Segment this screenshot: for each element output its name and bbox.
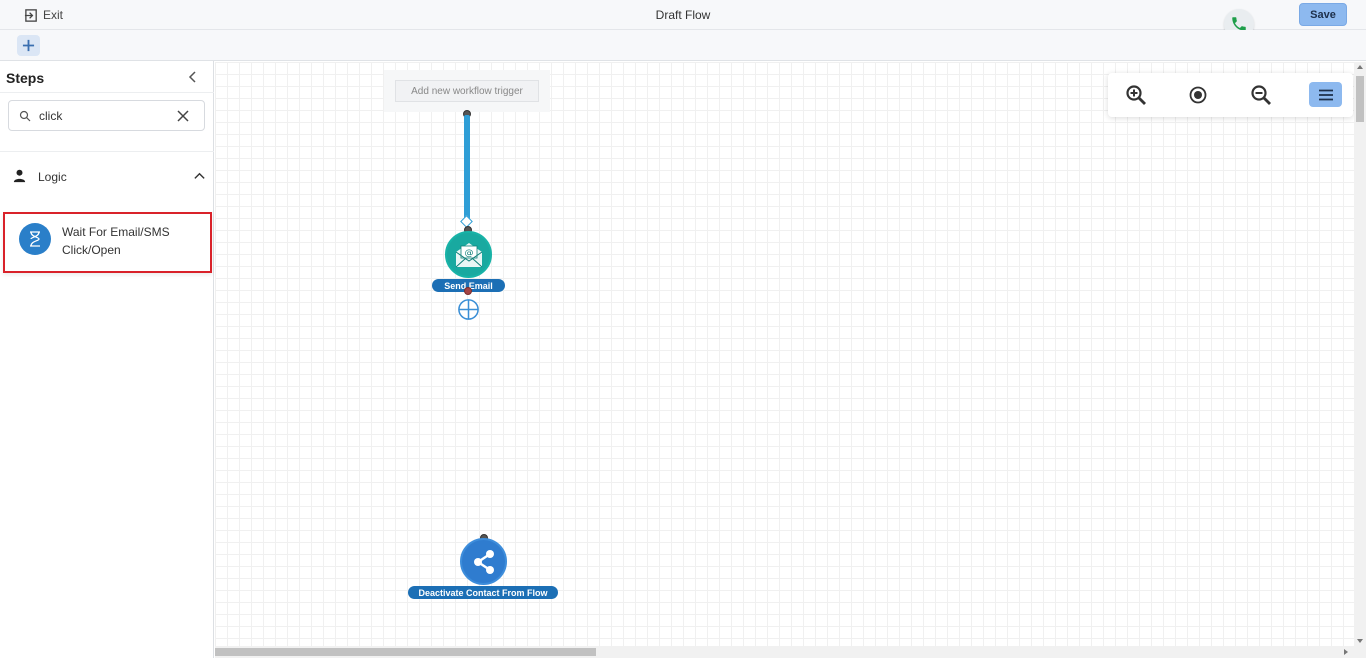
vertical-scrollbar[interactable] <box>1354 62 1366 646</box>
svg-text:@: @ <box>464 248 473 258</box>
step-label: Wait For Email/SMS Click/Open <box>62 225 170 257</box>
hamburger-menu-icon <box>1318 89 1333 100</box>
search-icon <box>19 110 31 121</box>
horizontal-scroll-thumb[interactable] <box>215 648 596 656</box>
connector-line <box>464 115 470 223</box>
zoom-toolbar <box>1108 73 1353 117</box>
zoom-in-button[interactable] <box>1124 83 1148 107</box>
zoom-out-button[interactable] <box>1249 83 1273 107</box>
chevron-up-icon[interactable] <box>193 170 206 183</box>
steps-header: Steps <box>0 61 214 93</box>
add-step-icon[interactable] <box>457 298 480 321</box>
scroll-up-icon[interactable] <box>1357 65 1363 69</box>
step-item-wait-for-click[interactable]: Wait For Email/SMS Click/Open <box>3 212 212 273</box>
top-bar: Exit Draft Flow Save <box>0 0 1366 39</box>
vertical-scroll-thumb[interactable] <box>1356 76 1364 122</box>
toolbar <box>0 30 1366 61</box>
menu-button[interactable] <box>1309 82 1342 107</box>
share-icon <box>473 549 494 574</box>
add-trigger-button[interactable]: Add new workflow trigger <box>395 80 539 102</box>
workflow-canvas[interactable]: Add new workflow trigger @ Send Email De… <box>215 62 1354 646</box>
horizontal-scrollbar[interactable] <box>215 646 1366 658</box>
hourglass-icon <box>19 223 51 255</box>
zoom-reset-button[interactable] <box>1186 83 1210 107</box>
email-icon: @ <box>455 242 482 267</box>
close-icon[interactable] <box>176 109 190 123</box>
scroll-down-icon[interactable] <box>1357 639 1363 643</box>
zoom-out-icon <box>1251 85 1271 105</box>
target-icon <box>1189 86 1207 104</box>
deactivate-contact-node[interactable] <box>460 538 507 585</box>
deactivate-contact-label[interactable]: Deactivate Contact From Flow <box>408 586 558 599</box>
search-input[interactable] <box>39 108 169 123</box>
group-header-logic[interactable]: Logic <box>0 163 214 187</box>
save-button[interactable]: Save <box>1299 3 1347 26</box>
steps-title: Steps <box>6 70 45 86</box>
group-label: Logic <box>38 170 67 184</box>
zoom-in-icon <box>1126 85 1146 105</box>
steps-sidebar: Steps Logic Wait For Email/SMS <box>0 61 214 658</box>
page-title: Draft Flow <box>655 8 711 22</box>
divider <box>0 151 214 152</box>
scroll-right-icon[interactable] <box>1344 649 1348 655</box>
send-email-output-point[interactable] <box>464 287 472 295</box>
search-box <box>8 100 205 131</box>
send-email-node[interactable]: @ <box>445 231 492 278</box>
person-icon <box>13 169 26 183</box>
trigger-container: Add new workflow trigger <box>384 70 550 112</box>
plus-icon <box>22 39 35 52</box>
add-button[interactable] <box>17 35 40 56</box>
chevron-left-icon[interactable] <box>186 70 200 84</box>
